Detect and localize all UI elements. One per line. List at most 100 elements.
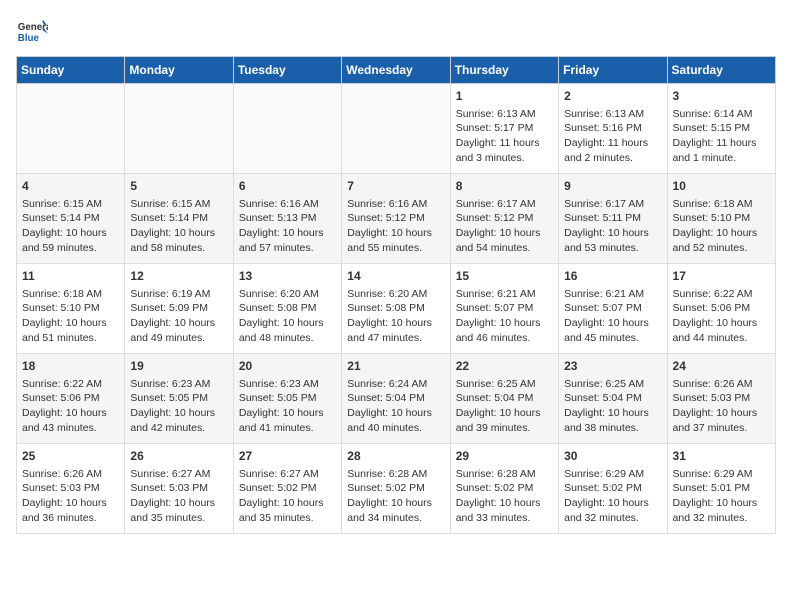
- day-info: Daylight: 10 hours: [347, 316, 444, 331]
- calendar-cell: [233, 84, 341, 174]
- day-info: Sunrise: 6:20 AM: [239, 287, 336, 302]
- logo: General Blue: [16, 16, 48, 48]
- day-info: Daylight: 10 hours: [564, 496, 661, 511]
- day-info: Sunset: 5:02 PM: [564, 481, 661, 496]
- day-info: and 52 minutes.: [673, 241, 770, 256]
- day-info: Daylight: 10 hours: [239, 226, 336, 241]
- day-number: 16: [564, 268, 661, 285]
- day-info: and 58 minutes.: [130, 241, 227, 256]
- calendar-cell: 13Sunrise: 6:20 AMSunset: 5:08 PMDayligh…: [233, 264, 341, 354]
- day-info: and 54 minutes.: [456, 241, 553, 256]
- day-info: Sunset: 5:08 PM: [239, 301, 336, 316]
- day-info: Sunset: 5:06 PM: [22, 391, 119, 406]
- calendar-cell: [17, 84, 125, 174]
- day-info: Sunrise: 6:21 AM: [456, 287, 553, 302]
- day-info: Daylight: 10 hours: [22, 496, 119, 511]
- day-number: 31: [673, 448, 770, 465]
- day-info: Sunset: 5:06 PM: [673, 301, 770, 316]
- day-info: Daylight: 10 hours: [130, 496, 227, 511]
- day-info: Sunset: 5:08 PM: [347, 301, 444, 316]
- day-info: Sunset: 5:15 PM: [673, 121, 770, 136]
- day-info: Sunrise: 6:19 AM: [130, 287, 227, 302]
- calendar-cell: [125, 84, 233, 174]
- day-info: Sunrise: 6:22 AM: [673, 287, 770, 302]
- calendar-cell: 6 Sunrise: 6:16 AMSunset: 5:13 PMDaylight…: [233, 174, 341, 264]
- calendar-cell: 8Sunrise: 6:17 AMSunset: 5:12 PMDaylight…: [450, 174, 558, 264]
- day-info: Sunset: 5:04 PM: [456, 391, 553, 406]
- day-info: Sunset: 5:04 PM: [347, 391, 444, 406]
- day-info: Daylight: 10 hours: [673, 496, 770, 511]
- day-info: Sunrise: 6:25 AM: [456, 377, 553, 392]
- calendar-cell: 12 Sunrise: 6:19 AMSunset: 5:09 PMDayligh…: [125, 264, 233, 354]
- day-number: 30: [564, 448, 661, 465]
- calendar-cell: 11Sunrise: 6:18 AMSunset: 5:10 PMDayligh…: [17, 264, 125, 354]
- day-info: Sunset: 5:04 PM: [564, 391, 661, 406]
- day-info: Sunrise: 6:17 AM: [564, 197, 661, 212]
- day-info: Sunset: 5:07 PM: [564, 301, 661, 316]
- day-number: 19: [130, 358, 227, 375]
- day-info: Daylight: 10 hours: [456, 226, 553, 241]
- day-info: Daylight: 10 hours: [564, 406, 661, 421]
- day-info: and 2 minutes.: [564, 151, 661, 166]
- day-info: Sunrise: 6:17 AM: [456, 197, 553, 212]
- day-number: 4: [22, 178, 119, 195]
- day-info: and 44 minutes.: [673, 331, 770, 346]
- day-number: 21: [347, 358, 444, 375]
- day-info: Sunrise: 6:29 AM: [564, 467, 661, 482]
- day-info: Daylight: 10 hours: [347, 496, 444, 511]
- day-info: and 39 minutes.: [456, 421, 553, 436]
- day-info: Daylight: 10 hours: [673, 316, 770, 331]
- day-info: Sunset: 5:13 PM: [239, 211, 336, 226]
- calendar-cell: 29Sunrise: 6:28 AMSunset: 5:02 PMDayligh…: [450, 444, 558, 534]
- day-number: 14: [347, 268, 444, 285]
- day-info: Sunrise: 6:13 AM: [456, 107, 553, 122]
- calendar-cell: 21Sunrise: 6:24 AMSunset: 5:04 PMDayligh…: [342, 354, 450, 444]
- day-info: Sunrise: 6:23 AM: [130, 377, 227, 392]
- calendar-cell: 3Sunrise: 6:14 AMSunset: 5:15 PMDaylight…: [667, 84, 775, 174]
- day-info: Sunset: 5:05 PM: [239, 391, 336, 406]
- day-info: Sunset: 5:09 PM: [130, 301, 227, 316]
- day-info: Sunrise: 6:26 AM: [22, 467, 119, 482]
- day-info: Sunrise: 6:25 AM: [564, 377, 661, 392]
- day-number: 7: [347, 178, 444, 195]
- day-number: 6: [239, 178, 336, 195]
- day-info: Sunset: 5:02 PM: [456, 481, 553, 496]
- day-info: Sunset: 5:16 PM: [564, 121, 661, 136]
- day-info: and 42 minutes.: [130, 421, 227, 436]
- day-info: Sunrise: 6:29 AM: [673, 467, 770, 482]
- day-info: Sunrise: 6:21 AM: [564, 287, 661, 302]
- day-info: Sunrise: 6:27 AM: [130, 467, 227, 482]
- day-info: Daylight: 10 hours: [22, 406, 119, 421]
- day-info: Daylight: 10 hours: [673, 226, 770, 241]
- calendar-cell: 28Sunrise: 6:28 AMSunset: 5:02 PMDayligh…: [342, 444, 450, 534]
- day-number: 12: [130, 268, 227, 285]
- day-info: Sunset: 5:03 PM: [22, 481, 119, 496]
- day-info: Daylight: 10 hours: [130, 316, 227, 331]
- day-info: Daylight: 10 hours: [564, 316, 661, 331]
- day-info: Sunrise: 6:28 AM: [456, 467, 553, 482]
- day-number: 27: [239, 448, 336, 465]
- day-info: Daylight: 11 hours: [564, 136, 661, 151]
- day-info: Sunset: 5:12 PM: [347, 211, 444, 226]
- day-number: 2: [564, 88, 661, 105]
- calendar-cell: 18Sunrise: 6:22 AMSunset: 5:06 PMDayligh…: [17, 354, 125, 444]
- day-number: 8: [456, 178, 553, 195]
- day-info: Sunset: 5:10 PM: [22, 301, 119, 316]
- day-info: Sunset: 5:11 PM: [564, 211, 661, 226]
- calendar-cell: 23Sunrise: 6:25 AMSunset: 5:04 PMDayligh…: [559, 354, 667, 444]
- week-row-3: 11Sunrise: 6:18 AMSunset: 5:10 PMDayligh…: [17, 264, 776, 354]
- day-info: Sunrise: 6:16 AM: [239, 197, 336, 212]
- day-info: and 34 minutes.: [347, 511, 444, 526]
- day-info: and 46 minutes.: [456, 331, 553, 346]
- week-row-2: 4Sunrise: 6:15 AMSunset: 5:14 PMDaylight…: [17, 174, 776, 264]
- calendar-cell: [342, 84, 450, 174]
- day-info: Sunrise: 6:18 AM: [673, 197, 770, 212]
- day-info: and 33 minutes.: [456, 511, 553, 526]
- calendar-cell: 10Sunrise: 6:18 AMSunset: 5:10 PMDayligh…: [667, 174, 775, 264]
- calendar-cell: 24Sunrise: 6:26 AMSunset: 5:03 PMDayligh…: [667, 354, 775, 444]
- day-number: 24: [673, 358, 770, 375]
- header-row: SundayMondayTuesdayWednesdayThursdayFrid…: [17, 57, 776, 84]
- day-info: Sunrise: 6:13 AM: [564, 107, 661, 122]
- calendar-cell: 30 Sunrise: 6:29 AMSunset: 5:02 PMDayligh…: [559, 444, 667, 534]
- header-cell-thursday: Thursday: [450, 57, 558, 84]
